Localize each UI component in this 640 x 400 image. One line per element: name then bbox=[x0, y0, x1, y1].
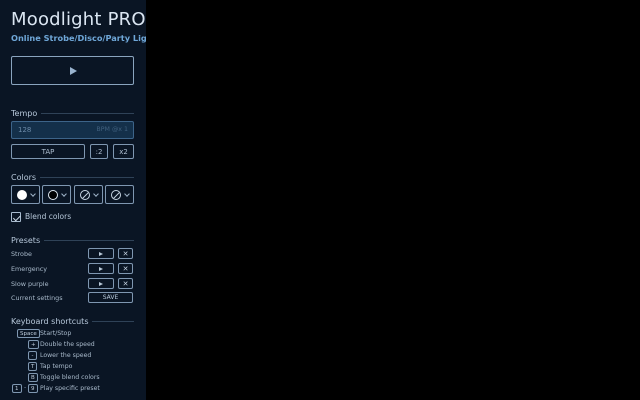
blend-colors-label: Blend colors bbox=[25, 212, 72, 221]
shortcut-key: - bbox=[28, 351, 37, 360]
close-icon: ✕ bbox=[122, 249, 129, 258]
shortcut-description: Lower the speed bbox=[40, 352, 92, 359]
close-icon: ✕ bbox=[122, 264, 129, 273]
save-preset-button[interactable]: SAVE bbox=[88, 292, 133, 303]
tempo-input[interactable] bbox=[18, 124, 78, 136]
app-subtitle: Online Strobe/Disco/Party Light bbox=[11, 33, 157, 43]
delete-preset-button[interactable]: ✕ bbox=[118, 248, 133, 259]
color-picker-3[interactable] bbox=[74, 185, 103, 204]
tempo-unit-label: BPM @x 1 bbox=[96, 126, 128, 133]
shortcut-key: B bbox=[28, 373, 38, 382]
shortcut-key: + bbox=[28, 340, 39, 349]
chevron-down-icon bbox=[93, 191, 99, 197]
app-title: Moodlight PRO bbox=[11, 9, 146, 30]
shortcut-description: Tap tempo bbox=[40, 363, 73, 370]
tempo-heading: Tempo bbox=[11, 108, 38, 118]
presets-heading: Presets bbox=[11, 235, 41, 245]
color-picker-4[interactable] bbox=[105, 185, 134, 204]
shortcut-key: 9 bbox=[28, 384, 38, 393]
preset-name: Strobe bbox=[11, 250, 32, 258]
shortcuts-heading: Keyboard shortcuts bbox=[11, 316, 89, 326]
colors-section-header: Colors bbox=[11, 172, 134, 182]
preset-name: Slow purple bbox=[11, 280, 49, 288]
blend-colors-checkbox[interactable] bbox=[11, 212, 21, 222]
chevron-down-icon bbox=[30, 191, 36, 197]
divider bbox=[40, 176, 134, 178]
shortcut-description: Start/Stop bbox=[40, 330, 72, 337]
filled-circle-icon bbox=[17, 190, 27, 200]
no-color-icon bbox=[80, 190, 90, 200]
play-icon bbox=[99, 281, 103, 286]
divider bbox=[41, 112, 134, 114]
chevron-down-icon bbox=[61, 191, 67, 197]
shortcut-description: Toggle blend colors bbox=[40, 374, 100, 381]
divider bbox=[92, 320, 134, 322]
shortcut-range-separator: - bbox=[24, 384, 27, 391]
close-icon: ✕ bbox=[122, 279, 129, 288]
divider bbox=[44, 239, 134, 241]
double-tempo-button[interactable]: x2 bbox=[113, 144, 134, 159]
shortcuts-section-header: Keyboard shortcuts bbox=[11, 316, 134, 326]
light-stage[interactable] bbox=[146, 0, 640, 400]
current-settings-label: Current settings bbox=[11, 294, 63, 302]
hollow-circle-icon bbox=[48, 190, 58, 200]
shortcut-key: 1 bbox=[12, 384, 22, 393]
colors-heading: Colors bbox=[11, 172, 37, 182]
tempo-field[interactable]: BPM @x 1 bbox=[11, 121, 134, 139]
shortcut-description: Play specific preset bbox=[40, 385, 100, 392]
play-preset-button[interactable] bbox=[88, 248, 114, 259]
play-icon bbox=[99, 251, 103, 256]
shortcut-key: Space bbox=[17, 329, 40, 338]
no-color-icon bbox=[111, 190, 121, 200]
play-preset-button[interactable] bbox=[88, 278, 114, 289]
delete-preset-button[interactable]: ✕ bbox=[118, 263, 133, 274]
tempo-section-header: Tempo bbox=[11, 108, 134, 118]
chevron-down-icon bbox=[124, 191, 130, 197]
presets-section-header: Presets bbox=[11, 235, 134, 245]
play-preset-button[interactable] bbox=[88, 263, 114, 274]
play-icon bbox=[70, 66, 77, 75]
shortcut-description: Double the speed bbox=[40, 341, 95, 348]
color-picker-1[interactable] bbox=[11, 185, 40, 204]
start-stop-button[interactable] bbox=[11, 56, 134, 85]
delete-preset-button[interactable]: ✕ bbox=[118, 278, 133, 289]
color-picker-2[interactable] bbox=[42, 185, 71, 204]
preset-name: Emergency bbox=[11, 265, 48, 273]
halve-tempo-button[interactable]: :2 bbox=[90, 144, 108, 159]
tap-tempo-button[interactable]: TAP bbox=[11, 144, 85, 159]
shortcut-key: T bbox=[28, 362, 38, 371]
sidebar: Moodlight PRO Online Strobe/Disco/Party … bbox=[0, 0, 157, 400]
play-icon bbox=[99, 266, 103, 271]
